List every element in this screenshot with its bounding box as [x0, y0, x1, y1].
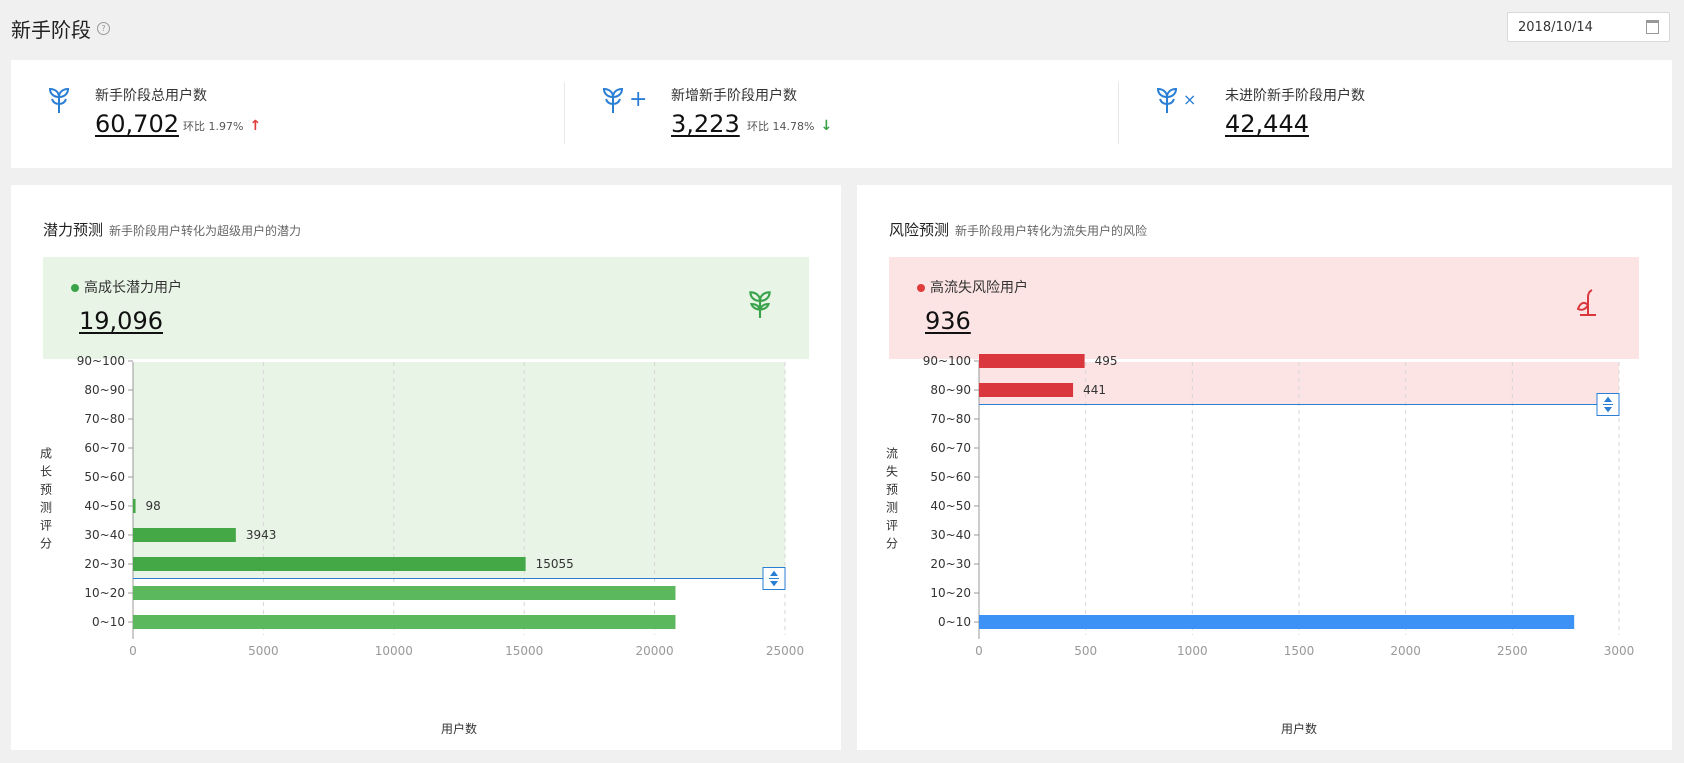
- bar: [133, 586, 676, 600]
- x-tick-label: 0: [129, 644, 137, 658]
- stat-ratio: 环比 14.78% ↓: [747, 118, 832, 134]
- risk-bar-chart: 0~10 10~20 20~30 30~40 40~50 50~60 60~70 70~80 8…: [886, 354, 1635, 736]
- plus-icon: +: [629, 86, 648, 112]
- stat-label: 新手阶段总用户数: [95, 88, 207, 104]
- y-tick-label: 50~60: [84, 470, 125, 484]
- y-axis-title: 流失预测评分: [886, 447, 898, 551]
- bar: [133, 557, 526, 571]
- potential-bar-chart: 0~10 10~20 20~30 15055 30~40 3943 40~50 98 50~60…: [40, 354, 804, 736]
- sprout-icon: [602, 87, 624, 113]
- y-tick-label: 60~70: [930, 441, 971, 455]
- y-tick-label: 10~20: [930, 586, 971, 600]
- bar: [979, 383, 1074, 397]
- y-tick-label: 20~30: [84, 557, 125, 571]
- stat-value[interactable]: 42,444: [1225, 110, 1309, 138]
- bar: [979, 354, 1085, 368]
- y-tick-label: 20~30: [930, 557, 971, 571]
- y-tick-label: 70~80: [84, 412, 125, 426]
- y-tick-label: 30~40: [84, 528, 125, 542]
- stat-value[interactable]: 3,223: [671, 110, 740, 138]
- x-tick-label: 1000: [1177, 644, 1208, 658]
- stat-new-users: + 新增新手阶段用户数 3,223 环比 14.78% ↓: [565, 60, 1119, 168]
- stat-unadvanced-users: × 未进阶新手阶段用户数 42,444: [1119, 60, 1672, 168]
- calendar-icon: [1646, 20, 1659, 34]
- x-tick-label: 25000: [766, 644, 804, 658]
- stat-icon-wrap: +: [601, 84, 647, 114]
- y-tick-label: 60~70: [84, 441, 125, 455]
- stat-icon-wrap: [47, 84, 71, 114]
- stat-icon-wrap: ×: [1155, 84, 1196, 114]
- stat-total-users: 新手阶段总用户数 60,702 环比 1.97% ↑: [11, 60, 565, 168]
- ratio-value: 1.97%: [208, 119, 244, 133]
- x-axis-title: 用户数: [1281, 721, 1317, 736]
- stat-label: 未进阶新手阶段用户数: [1225, 88, 1365, 104]
- y-axis-title: 成长预测评分: [40, 447, 52, 551]
- ratio-label: 环比: [747, 120, 769, 133]
- x-axis-title: 用户数: [441, 721, 477, 736]
- date-value: 2018/10/14: [1518, 19, 1593, 35]
- y-tick-label: 10~20: [84, 586, 125, 600]
- x-tick-label: 2500: [1497, 644, 1528, 658]
- x-tick-label: 15000: [505, 644, 543, 658]
- question-circle-icon[interactable]: ?: [97, 22, 110, 35]
- data-label: 495: [1095, 354, 1118, 368]
- y-tick-label: 0~10: [938, 615, 971, 629]
- sprout-icon: [48, 87, 70, 113]
- sprout-icon: [1156, 87, 1178, 113]
- x-tick-label: 500: [1074, 644, 1097, 658]
- data-label: 441: [1083, 383, 1106, 397]
- highlight-region: [133, 362, 785, 579]
- ratio-value: 14.78%: [772, 119, 815, 133]
- x-tick-label: 5000: [248, 644, 279, 658]
- bar: [133, 615, 676, 629]
- bar: [133, 499, 136, 513]
- ratio-label: 环比: [183, 120, 205, 133]
- y-tick-label: 90~100: [923, 354, 971, 368]
- data-label: 15055: [536, 557, 574, 571]
- x-tick-label: 3000: [1604, 644, 1635, 658]
- y-tick-label: 70~80: [930, 412, 971, 426]
- y-tick-label: 30~40: [930, 528, 971, 542]
- potential-panel: 潜力预测 新手阶段用户转化为超级用户的潜力 高成长潜力用户 19,096 0~10…: [11, 185, 841, 750]
- x-tick-label: 0: [975, 644, 983, 658]
- x-tick-label: 20000: [636, 644, 674, 658]
- date-picker[interactable]: 2018/10/14: [1507, 12, 1670, 42]
- page-title: 新手阶段 ?: [11, 14, 110, 43]
- y-tick-label: 80~90: [930, 383, 971, 397]
- bar: [979, 615, 1575, 629]
- highlight-region: [979, 362, 1619, 405]
- x-tick-label: 2000: [1390, 644, 1421, 658]
- x-tick-label: 10000: [375, 644, 413, 658]
- y-tick-label: 40~50: [84, 499, 125, 513]
- data-label: 98: [146, 499, 161, 513]
- arrow-up-icon: ↑: [249, 118, 262, 134]
- x-tick-label: 1500: [1284, 644, 1315, 658]
- stat-label: 新增新手阶段用户数: [671, 88, 797, 104]
- page-title-text: 新手阶段: [11, 18, 91, 42]
- y-tick-label: 80~90: [84, 383, 125, 397]
- stats-card: 新手阶段总用户数 60,702 环比 1.97% ↑ + 新增新手阶段用户数 3…: [11, 60, 1672, 168]
- risk-panel: 风险预测 新手阶段用户转化为流失用户的风险 高流失风险用户 936 0~10 10~…: [857, 185, 1672, 750]
- stat-ratio: 环比 1.97% ↑: [183, 118, 261, 134]
- y-tick-label: 50~60: [930, 470, 971, 484]
- y-tick-label: 40~50: [930, 499, 971, 513]
- y-tick-label: 90~100: [77, 354, 125, 368]
- stat-value[interactable]: 60,702: [95, 110, 179, 138]
- arrow-down-icon: ↓: [820, 118, 833, 134]
- data-label: 3943: [246, 528, 277, 542]
- y-tick-label: 0~10: [92, 615, 125, 629]
- bar: [133, 528, 236, 542]
- times-icon: ×: [1183, 89, 1197, 109]
